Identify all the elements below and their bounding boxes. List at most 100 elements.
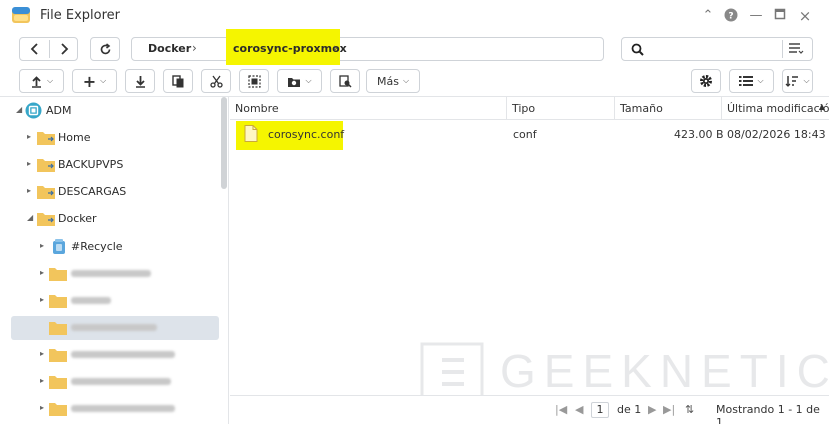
chevron-down-icon: ⌵ (305, 76, 312, 85)
help-icon[interactable]: ? (723, 8, 739, 24)
file-type: conf (513, 128, 537, 141)
forward-button[interactable] (50, 38, 78, 60)
breadcrumb-docker[interactable]: Docker (148, 42, 191, 55)
tree-item-redacted[interactable]: ▸ (0, 343, 220, 367)
collapsed-icon[interactable]: ▸ (40, 295, 44, 304)
breadcrumb-current[interactable]: corosync-proxmox (233, 42, 347, 55)
file-modified: 08/02/2026 18:43 (727, 128, 826, 141)
maximize-icon[interactable] (772, 8, 788, 24)
back-button[interactable] (20, 38, 49, 60)
tree-item-redacted[interactable]: ▸ (0, 370, 220, 394)
next-page-icon[interactable]: ▶ (648, 403, 656, 416)
tree-root-adm[interactable]: ◢ ADM (0, 99, 220, 123)
folder-icon (49, 322, 67, 335)
properties-button[interactable] (330, 69, 360, 93)
redacted-label (71, 405, 175, 412)
prev-page-icon[interactable]: ◀ (575, 403, 583, 416)
sort-icon (785, 76, 799, 87)
copy-button[interactable] (163, 69, 193, 93)
settings-button[interactable] (691, 69, 721, 93)
chevron-right-icon: › (333, 41, 338, 55)
first-page-icon[interactable]: |◀ (555, 403, 567, 416)
tree-item-redacted[interactable]: ▸ (0, 289, 220, 313)
folder-icon (49, 403, 67, 416)
window-title: File Explorer (40, 8, 121, 23)
expanded-icon[interactable]: ◢ (27, 213, 33, 222)
column-header-label: Última modificación (727, 102, 829, 115)
folder-icon (49, 349, 67, 362)
close-icon[interactable]: × (797, 8, 813, 24)
collapsed-icon[interactable]: ▸ (27, 132, 31, 141)
share-button[interactable]: ⌵ (277, 69, 322, 93)
collapsed-icon[interactable]: ▸ (40, 376, 44, 385)
copy-icon (171, 74, 183, 87)
tree-item-home[interactable]: ▸ Home (0, 126, 220, 150)
chevron-right-icon (61, 43, 69, 55)
minimize-icon[interactable]: — (748, 8, 764, 24)
search-filter-button[interactable] (788, 42, 804, 58)
folder-shared-icon (37, 186, 55, 199)
collapsed-icon[interactable]: ▸ (27, 159, 31, 168)
column-header-modified[interactable]: Última modificación ▲ (722, 97, 829, 120)
column-header-type[interactable]: Tipo (507, 97, 615, 120)
chevron-up-icon[interactable]: ⌃ (700, 8, 716, 24)
chevron-down-icon: ⌵ (46, 76, 54, 85)
address-bar[interactable]: Docker › corosync-proxmox › (131, 29, 604, 65)
chevron-right-icon: › (192, 41, 197, 55)
scissors-icon (209, 75, 223, 88)
chevron-down-icon: ⌵ (803, 76, 810, 85)
page-number-input[interactable]: 1 (591, 402, 609, 418)
page-total: de 1 (617, 403, 642, 416)
select-button[interactable] (239, 69, 269, 93)
tree-label: Home (58, 131, 91, 144)
collapsed-icon[interactable]: ▸ (40, 349, 44, 358)
recycle-bin-icon (53, 239, 65, 254)
view-mode-button[interactable]: ⌵ (729, 69, 774, 93)
upload-button[interactable]: ⌵ (19, 69, 64, 93)
tree-label: DESCARGAS (58, 185, 127, 198)
cut-button[interactable] (201, 69, 231, 93)
folder-shared-icon (37, 132, 55, 145)
collapsed-icon[interactable]: ▸ (40, 268, 44, 277)
redacted-label (71, 351, 175, 358)
showing-count: Mostrando 1 - 1 de 1 (716, 403, 820, 424)
chevron-left-icon (30, 43, 38, 55)
nav-back-forward-group (19, 37, 78, 61)
download-button[interactable] (125, 69, 155, 93)
sort-asc-icon: ▲ (818, 102, 825, 111)
more-button[interactable]: Más ⌵ (366, 69, 420, 93)
nas-icon (25, 102, 42, 119)
refresh-list-icon[interactable]: ⇅ (685, 403, 694, 416)
watermark-logo (420, 342, 484, 402)
tree-item-redacted[interactable]: ▸ (0, 397, 220, 421)
new-button[interactable]: + ⌵ (72, 69, 117, 93)
file-size: 423.00 B (674, 128, 724, 141)
collapsed-icon[interactable]: ▸ (27, 186, 31, 195)
upload-icon (31, 75, 41, 88)
file-icon (244, 125, 258, 142)
sidebar-scrollbar[interactable] (221, 97, 227, 189)
redacted-label (71, 324, 157, 331)
refresh-button[interactable] (90, 37, 120, 61)
search-input[interactable] (621, 37, 813, 61)
tree-item-backupvps[interactable]: ▸ BACKUPVPS (0, 153, 220, 177)
expanded-icon[interactable]: ◢ (16, 105, 22, 114)
tree-item-docker[interactable]: ◢ Docker (0, 207, 220, 231)
search-icon (631, 43, 644, 56)
collapsed-icon[interactable]: ▸ (40, 403, 44, 412)
column-header-size[interactable]: Tamaño (615, 97, 722, 120)
collapsed-icon[interactable]: ▸ (40, 241, 44, 250)
title-bar: File Explorer ⌃ ? — × (0, 0, 829, 32)
tree-item-descargas[interactable]: ▸ DESCARGAS (0, 180, 220, 204)
chevron-down-icon: ⌵ (100, 76, 107, 85)
chevron-down-icon: ⌵ (757, 76, 764, 85)
refresh-icon (100, 42, 110, 54)
tree-item-selected[interactable] (11, 316, 219, 340)
column-header-name[interactable]: Nombre (230, 97, 507, 120)
tree-item-redacted[interactable]: ▸ (0, 262, 220, 286)
tree-item-recycle[interactable]: ▸ #Recycle (0, 235, 220, 259)
tree-label: ADM (46, 104, 72, 117)
sort-button[interactable]: ⌵ (782, 69, 813, 93)
redacted-label (71, 297, 111, 304)
last-page-icon[interactable]: ▶| (663, 403, 675, 416)
